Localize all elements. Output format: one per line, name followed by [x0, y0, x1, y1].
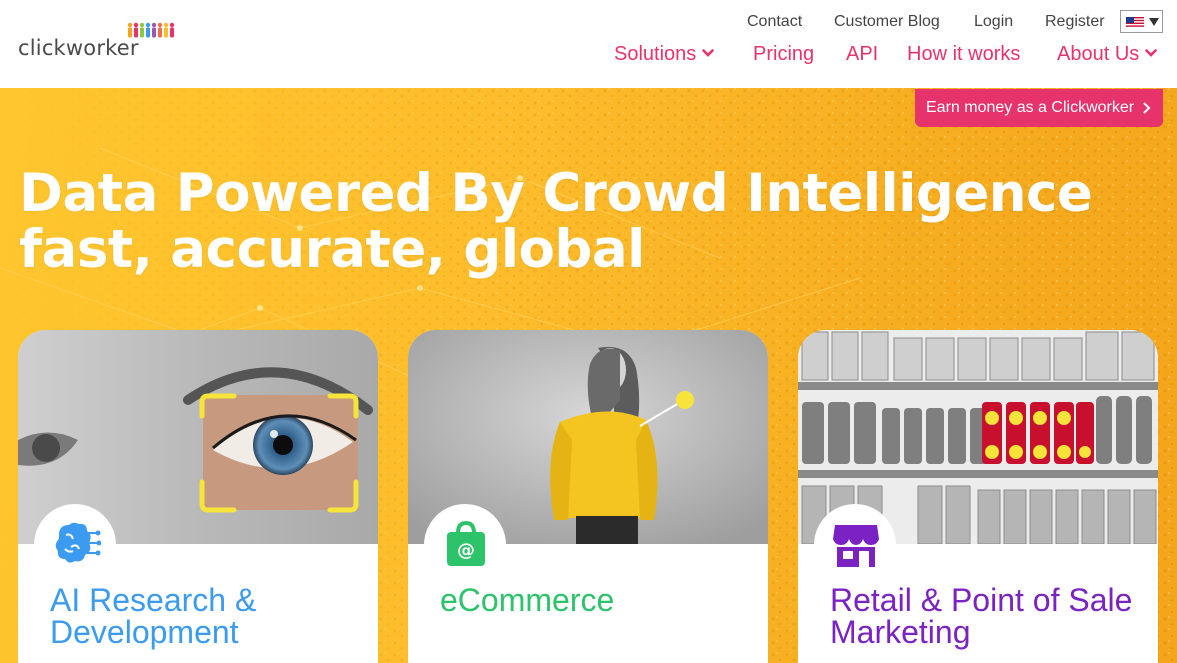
top-link-register[interactable]: Register — [1045, 13, 1105, 31]
card-icon-bubble — [814, 504, 896, 586]
language-selector[interactable] — [1120, 10, 1163, 33]
logo-wordmark: clickworker — [18, 36, 139, 60]
nav-pricing[interactable]: Pricing — [753, 43, 814, 66]
brain-circuit-icon — [55, 522, 101, 563]
chevron-right-icon — [1143, 102, 1150, 114]
card-retail[interactable]: Retail & Point of Sale Marketing — [798, 330, 1158, 663]
nav-about-us[interactable]: About Us — [1057, 43, 1158, 66]
hero-section: Earn money as a Clickworker Data Powered… — [0, 88, 1177, 663]
hero-headline-line1: Data Powered By Crowd Intelligence — [19, 163, 1093, 224]
card-icon-bubble — [34, 504, 116, 586]
clickworker-logo[interactable]: clickworker — [18, 22, 180, 62]
nav-about-us-label: About Us — [1057, 43, 1140, 65]
card-ecommerce[interactable]: @ eCommerce — [408, 330, 768, 663]
card-icon-bubble: @ — [424, 504, 506, 586]
nav-how-it-works[interactable]: How it works — [907, 43, 1020, 66]
card-title: eCommerce — [440, 582, 615, 618]
earn-money-label: Earn money as a Clickworker — [926, 99, 1135, 116]
us-flag-icon — [1126, 17, 1144, 28]
top-link-contact[interactable]: Contact — [747, 13, 802, 31]
card-ai-research[interactable]: AI Research & Development — [18, 330, 378, 663]
nav-solutions[interactable]: Solutions — [614, 43, 715, 66]
top-link-customer-blog[interactable]: Customer Blog — [834, 13, 940, 31]
card-title: AI Research & Development — [50, 582, 257, 650]
hero-headline: Data Powered By Crowd Intelligence fast,… — [19, 163, 1093, 280]
chevron-down-icon — [1145, 48, 1158, 57]
chevron-down-icon — [1149, 18, 1159, 26]
shopping-bag-icon: @ — [447, 520, 485, 566]
top-link-login[interactable]: Login — [974, 13, 1013, 31]
hero-headline-line2: fast, accurate, global — [19, 219, 645, 280]
nav-solutions-label: Solutions — [614, 43, 697, 65]
earn-money-button[interactable]: Earn money as a Clickworker — [915, 89, 1163, 127]
site-header: clickworker Contact Customer Blog Login … — [0, 0, 1177, 88]
storefront-icon — [833, 525, 879, 567]
card-title: Retail & Point of Sale Marketing — [830, 582, 1133, 650]
chevron-down-icon — [702, 48, 715, 57]
nav-api[interactable]: API — [846, 43, 878, 66]
svg-text:@: @ — [457, 540, 475, 561]
